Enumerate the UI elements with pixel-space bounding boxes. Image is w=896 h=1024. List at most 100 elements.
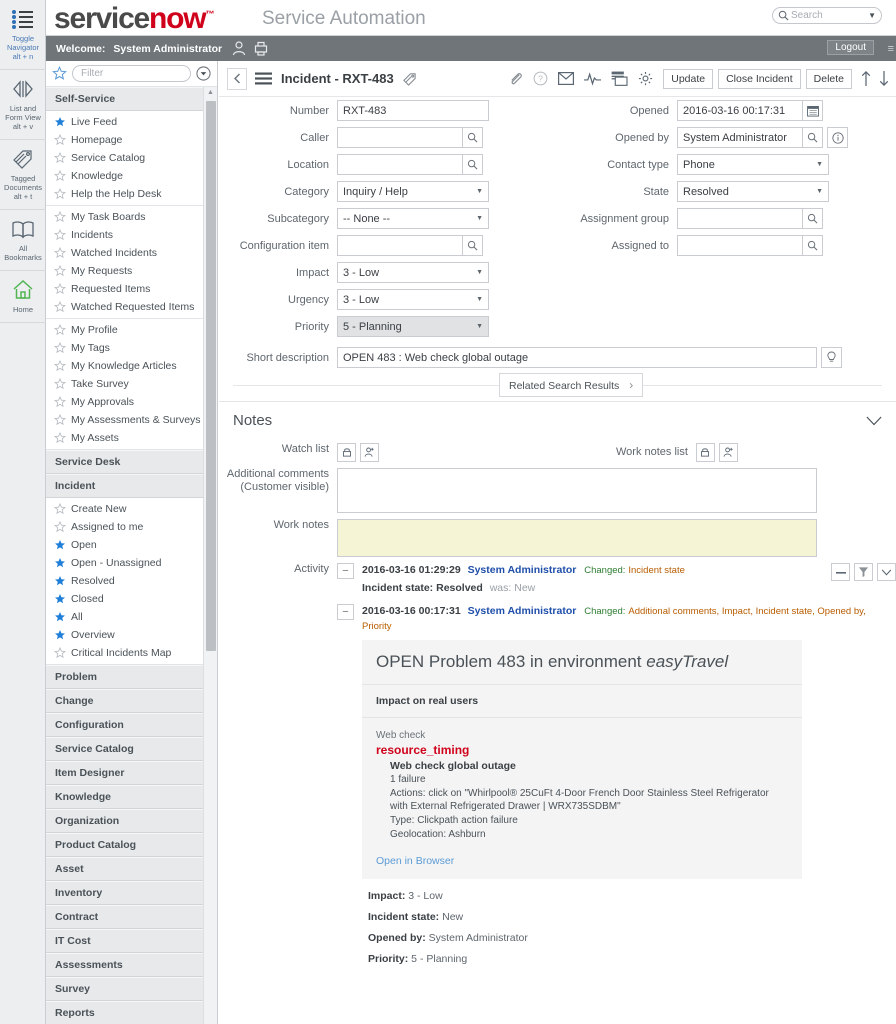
assignment-group-input[interactable]	[677, 208, 802, 229]
subcategory-select[interactable]: -- None -- ▼	[337, 208, 489, 229]
nav-item-homepage[interactable]: Homepage	[46, 131, 217, 149]
activity-collapse-button[interactable]: −	[337, 563, 354, 579]
watch-list-add-user-icon[interactable]	[360, 443, 379, 462]
urgency-select[interactable]: 3 - Low ▼	[337, 289, 489, 310]
star-outline-icon[interactable]	[54, 521, 66, 533]
nav-section-service-desk[interactable]: Service Desk	[46, 450, 217, 474]
nav-section-asset[interactable]: Asset	[46, 857, 217, 881]
nav-section-it-cost[interactable]: IT Cost	[46, 929, 217, 953]
location-lookup-search-icon[interactable]	[462, 154, 483, 175]
search-caret-icon[interactable]: ▼	[868, 11, 876, 20]
star-filled-icon[interactable]	[54, 557, 66, 569]
impact-select[interactable]: 3 - Low ▼	[337, 262, 489, 283]
configuration-item-lookup-search-icon[interactable]	[462, 235, 483, 256]
notes-section-header[interactable]: Notes	[219, 401, 896, 437]
delete-button[interactable]: Delete	[805, 68, 852, 89]
nav-item-help-the-help-desk[interactable]: Help the Help Desk	[46, 185, 217, 203]
nav-section-organization[interactable]: Organization	[46, 809, 217, 833]
watch-list-lock-icon[interactable]	[337, 443, 356, 462]
nav-section-item-designer[interactable]: Item Designer	[46, 761, 217, 785]
nav-item-watched-requested-items[interactable]: Watched Requested Items	[46, 298, 217, 316]
welcome-edge-glyph[interactable]: ≡	[888, 43, 894, 55]
nav-section-assessments[interactable]: Assessments	[46, 953, 217, 977]
impersonate-user-icon[interactable]	[232, 41, 246, 56]
nav-section-change[interactable]: Change	[46, 689, 217, 713]
star-outline-icon[interactable]	[54, 283, 66, 295]
arrow-up-icon[interactable]	[860, 70, 872, 87]
assigned-to-lookup-search-icon[interactable]	[802, 235, 823, 256]
work-notes-list-add-user-icon[interactable]	[718, 443, 738, 462]
close-incident-button[interactable]: Close Incident	[718, 68, 801, 89]
configuration-item-input[interactable]	[337, 235, 462, 256]
nav-section-product-catalog[interactable]: Product Catalog	[46, 833, 217, 857]
nav-section-reports[interactable]: Reports	[46, 1001, 217, 1024]
star-outline-icon[interactable]	[54, 170, 66, 182]
nav-item-take-survey[interactable]: Take Survey	[46, 375, 217, 393]
work-notes-textarea[interactable]	[337, 519, 817, 557]
nav-item-my-assets[interactable]: My Assets	[46, 429, 217, 447]
opened-by-input[interactable]: System Administrator	[677, 127, 802, 148]
state-select[interactable]: Resolved ▼	[677, 181, 829, 202]
star-outline-icon[interactable]	[54, 188, 66, 200]
email-icon[interactable]	[558, 72, 575, 85]
nav-item-open-unassigned[interactable]: Open - Unassigned	[46, 554, 217, 572]
nav-section-configuration[interactable]: Configuration	[46, 713, 217, 737]
nav-section-incident[interactable]: Incident	[46, 474, 217, 498]
nav-item-all[interactable]: All	[46, 608, 217, 626]
rail-all-bookmarks[interactable]: All Bookmarks	[0, 210, 46, 271]
scroll-up-arrow[interactable]: ▲	[204, 89, 217, 96]
nav-item-my-tags[interactable]: My Tags	[46, 339, 217, 357]
global-search-box[interactable]: Search ▼	[772, 7, 882, 24]
paperclip-icon[interactable]	[508, 71, 523, 86]
open-in-browser-link[interactable]: Open in Browser	[362, 847, 802, 879]
help-circle-icon[interactable]: ?	[533, 71, 548, 86]
star-filled-icon[interactable]	[54, 539, 66, 551]
activity-pulse-icon[interactable]	[584, 71, 602, 86]
navigator-scroll-thumb[interactable]	[206, 101, 216, 651]
nav-section-self-service[interactable]: Self-Service	[46, 87, 217, 111]
hamburger-menu-icon[interactable]	[255, 72, 272, 85]
rail-home[interactable]: Home	[0, 271, 46, 323]
star-outline-icon[interactable]	[54, 503, 66, 515]
star-filled-icon[interactable]	[54, 116, 66, 128]
nav-item-resolved[interactable]: Resolved	[46, 572, 217, 590]
star-outline-icon[interactable]	[54, 378, 66, 390]
work-notes-list-lock-icon[interactable]	[695, 443, 715, 462]
category-select[interactable]: Inquiry / Help ▼	[337, 181, 489, 202]
star-filled-icon[interactable]	[54, 629, 66, 641]
star-outline-icon[interactable]	[54, 360, 66, 372]
chevron-down-circle-icon[interactable]	[196, 66, 211, 81]
nav-item-my-assessments-surveys[interactable]: My Assessments & Surveys	[46, 411, 217, 429]
assignment-group-lookup-search-icon[interactable]	[802, 208, 823, 229]
caller-lookup-search-icon[interactable]	[462, 127, 483, 148]
navigator-scrollbar[interactable]: ▲	[203, 87, 217, 1024]
paperclip-tag-icon[interactable]	[402, 71, 417, 86]
star-outline-icon[interactable]	[54, 324, 66, 336]
nav-item-knowledge[interactable]: Knowledge	[46, 167, 217, 185]
nav-item-closed[interactable]: Closed	[46, 590, 217, 608]
nav-section-survey[interactable]: Survey	[46, 977, 217, 1001]
rail-list-and-form-view[interactable]: List and Form View alt + v	[0, 70, 46, 140]
nav-section-service-catalog[interactable]: Service Catalog	[46, 737, 217, 761]
assigned-to-input[interactable]	[677, 235, 802, 256]
star-outline-icon[interactable]	[54, 152, 66, 164]
star-filled-icon[interactable]	[54, 611, 66, 623]
logout-button[interactable]: Logout	[827, 40, 874, 55]
opened-by-lookup-search-icon[interactable]	[802, 127, 823, 148]
print-icon[interactable]	[254, 41, 268, 56]
chevron-down-icon[interactable]	[866, 416, 882, 426]
star-filled-icon[interactable]	[54, 575, 66, 587]
star-outline-icon[interactable]	[54, 301, 66, 313]
nav-section-inventory[interactable]: Inventory	[46, 881, 217, 905]
nav-item-watched-incidents[interactable]: Watched Incidents	[46, 244, 217, 262]
search-input[interactable]: Search	[791, 10, 868, 21]
info-circle-icon[interactable]	[827, 127, 848, 148]
navigator-filter-input[interactable]: Filter	[72, 65, 191, 82]
nav-item-requested-items[interactable]: Requested Items	[46, 280, 217, 298]
nav-section-problem[interactable]: Problem	[46, 665, 217, 689]
rail-toggle-navigator[interactable]: Toggle Navigator alt + n	[0, 0, 46, 70]
rail-tagged-documents[interactable]: Tagged Documents alt + t	[0, 140, 46, 210]
nav-item-overview[interactable]: Overview	[46, 626, 217, 644]
short-description-input[interactable]: OPEN 483 : Web check global outage	[337, 347, 817, 368]
caller-input[interactable]	[337, 127, 462, 148]
